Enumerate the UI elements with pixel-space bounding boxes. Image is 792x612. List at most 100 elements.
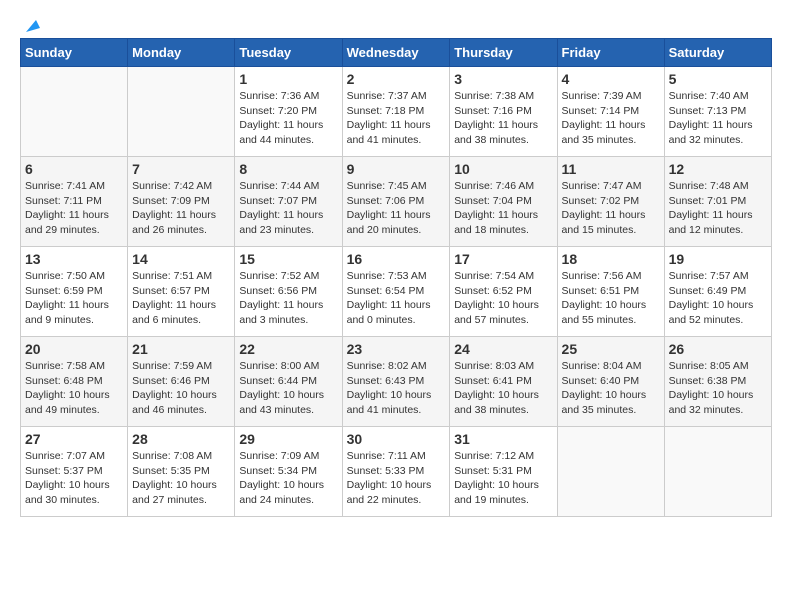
day-number: 21 xyxy=(132,341,230,357)
day-info: Sunrise: 8:00 AMSunset: 6:44 PMDaylight:… xyxy=(239,359,337,418)
day-info: Sunrise: 8:03 AMSunset: 6:41 PMDaylight:… xyxy=(454,359,552,418)
calendar-cell: 15 Sunrise: 7:52 AMSunset: 6:56 PMDaylig… xyxy=(235,247,342,337)
calendar-table: SundayMondayTuesdayWednesdayThursdayFrid… xyxy=(20,38,772,517)
calendar-week-5: 27 Sunrise: 7:07 AMSunset: 5:37 PMDaylig… xyxy=(21,427,772,517)
calendar-cell: 25 Sunrise: 8:04 AMSunset: 6:40 PMDaylig… xyxy=(557,337,664,427)
calendar-cell: 21 Sunrise: 7:59 AMSunset: 6:46 PMDaylig… xyxy=(128,337,235,427)
day-info: Sunrise: 7:44 AMSunset: 7:07 PMDaylight:… xyxy=(239,179,337,238)
day-number: 5 xyxy=(669,71,767,87)
day-number: 3 xyxy=(454,71,552,87)
weekday-header-saturday: Saturday xyxy=(664,39,771,67)
day-info: Sunrise: 7:36 AMSunset: 7:20 PMDaylight:… xyxy=(239,89,337,148)
day-info: Sunrise: 7:12 AMSunset: 5:31 PMDaylight:… xyxy=(454,449,552,508)
calendar-cell: 9 Sunrise: 7:45 AMSunset: 7:06 PMDayligh… xyxy=(342,157,450,247)
calendar-cell: 13 Sunrise: 7:50 AMSunset: 6:59 PMDaylig… xyxy=(21,247,128,337)
day-info: Sunrise: 7:07 AMSunset: 5:37 PMDaylight:… xyxy=(25,449,123,508)
day-info: Sunrise: 7:57 AMSunset: 6:49 PMDaylight:… xyxy=(669,269,767,328)
calendar-cell: 2 Sunrise: 7:37 AMSunset: 7:18 PMDayligh… xyxy=(342,67,450,157)
calendar-cell: 10 Sunrise: 7:46 AMSunset: 7:04 PMDaylig… xyxy=(450,157,557,247)
day-number: 17 xyxy=(454,251,552,267)
weekday-header-sunday: Sunday xyxy=(21,39,128,67)
calendar-cell: 29 Sunrise: 7:09 AMSunset: 5:34 PMDaylig… xyxy=(235,427,342,517)
day-info: Sunrise: 7:42 AMSunset: 7:09 PMDaylight:… xyxy=(132,179,230,238)
calendar-cell: 6 Sunrise: 7:41 AMSunset: 7:11 PMDayligh… xyxy=(21,157,128,247)
calendar-cell: 20 Sunrise: 7:58 AMSunset: 6:48 PMDaylig… xyxy=(21,337,128,427)
day-number: 2 xyxy=(347,71,446,87)
day-info: Sunrise: 7:41 AMSunset: 7:11 PMDaylight:… xyxy=(25,179,123,238)
calendar-cell: 11 Sunrise: 7:47 AMSunset: 7:02 PMDaylig… xyxy=(557,157,664,247)
day-number: 26 xyxy=(669,341,767,357)
calendar-cell: 5 Sunrise: 7:40 AMSunset: 7:13 PMDayligh… xyxy=(664,67,771,157)
weekday-header-tuesday: Tuesday xyxy=(235,39,342,67)
calendar-cell: 27 Sunrise: 7:07 AMSunset: 5:37 PMDaylig… xyxy=(21,427,128,517)
day-number: 15 xyxy=(239,251,337,267)
calendar-cell: 16 Sunrise: 7:53 AMSunset: 6:54 PMDaylig… xyxy=(342,247,450,337)
day-number: 12 xyxy=(669,161,767,177)
calendar-week-1: 1 Sunrise: 7:36 AMSunset: 7:20 PMDayligh… xyxy=(21,67,772,157)
calendar-cell: 18 Sunrise: 7:56 AMSunset: 6:51 PMDaylig… xyxy=(557,247,664,337)
day-info: Sunrise: 7:50 AMSunset: 6:59 PMDaylight:… xyxy=(25,269,123,328)
day-number: 20 xyxy=(25,341,123,357)
calendar-cell: 7 Sunrise: 7:42 AMSunset: 7:09 PMDayligh… xyxy=(128,157,235,247)
calendar-cell: 28 Sunrise: 7:08 AMSunset: 5:35 PMDaylig… xyxy=(128,427,235,517)
day-info: Sunrise: 7:39 AMSunset: 7:14 PMDaylight:… xyxy=(562,89,660,148)
calendar-cell xyxy=(128,67,235,157)
day-number: 14 xyxy=(132,251,230,267)
day-info: Sunrise: 7:37 AMSunset: 7:18 PMDaylight:… xyxy=(347,89,446,148)
day-info: Sunrise: 8:05 AMSunset: 6:38 PMDaylight:… xyxy=(669,359,767,418)
day-number: 8 xyxy=(239,161,337,177)
day-number: 6 xyxy=(25,161,123,177)
day-number: 1 xyxy=(239,71,337,87)
logo-arrow-icon xyxy=(22,16,40,34)
day-number: 7 xyxy=(132,161,230,177)
day-info: Sunrise: 7:08 AMSunset: 5:35 PMDaylight:… xyxy=(132,449,230,508)
day-info: Sunrise: 7:11 AMSunset: 5:33 PMDaylight:… xyxy=(347,449,446,508)
day-number: 22 xyxy=(239,341,337,357)
day-number: 18 xyxy=(562,251,660,267)
logo xyxy=(20,20,40,28)
calendar-cell: 14 Sunrise: 7:51 AMSunset: 6:57 PMDaylig… xyxy=(128,247,235,337)
calendar-cell: 8 Sunrise: 7:44 AMSunset: 7:07 PMDayligh… xyxy=(235,157,342,247)
day-info: Sunrise: 8:02 AMSunset: 6:43 PMDaylight:… xyxy=(347,359,446,418)
day-number: 16 xyxy=(347,251,446,267)
day-info: Sunrise: 7:46 AMSunset: 7:04 PMDaylight:… xyxy=(454,179,552,238)
calendar-cell xyxy=(557,427,664,517)
calendar-cell: 22 Sunrise: 8:00 AMSunset: 6:44 PMDaylig… xyxy=(235,337,342,427)
day-number: 10 xyxy=(454,161,552,177)
day-number: 25 xyxy=(562,341,660,357)
day-number: 9 xyxy=(347,161,446,177)
calendar-cell: 23 Sunrise: 8:02 AMSunset: 6:43 PMDaylig… xyxy=(342,337,450,427)
day-info: Sunrise: 7:58 AMSunset: 6:48 PMDaylight:… xyxy=(25,359,123,418)
calendar-week-4: 20 Sunrise: 7:58 AMSunset: 6:48 PMDaylig… xyxy=(21,337,772,427)
day-info: Sunrise: 7:56 AMSunset: 6:51 PMDaylight:… xyxy=(562,269,660,328)
day-info: Sunrise: 7:59 AMSunset: 6:46 PMDaylight:… xyxy=(132,359,230,418)
calendar-cell: 1 Sunrise: 7:36 AMSunset: 7:20 PMDayligh… xyxy=(235,67,342,157)
day-info: Sunrise: 7:54 AMSunset: 6:52 PMDaylight:… xyxy=(454,269,552,328)
day-number: 28 xyxy=(132,431,230,447)
calendar-cell: 17 Sunrise: 7:54 AMSunset: 6:52 PMDaylig… xyxy=(450,247,557,337)
weekday-header-monday: Monday xyxy=(128,39,235,67)
day-number: 4 xyxy=(562,71,660,87)
day-info: Sunrise: 7:47 AMSunset: 7:02 PMDaylight:… xyxy=(562,179,660,238)
calendar-cell: 4 Sunrise: 7:39 AMSunset: 7:14 PMDayligh… xyxy=(557,67,664,157)
day-info: Sunrise: 8:04 AMSunset: 6:40 PMDaylight:… xyxy=(562,359,660,418)
day-info: Sunrise: 7:48 AMSunset: 7:01 PMDaylight:… xyxy=(669,179,767,238)
calendar-cell xyxy=(664,427,771,517)
day-number: 13 xyxy=(25,251,123,267)
day-number: 31 xyxy=(454,431,552,447)
calendar-cell: 26 Sunrise: 8:05 AMSunset: 6:38 PMDaylig… xyxy=(664,337,771,427)
day-number: 19 xyxy=(669,251,767,267)
day-info: Sunrise: 7:51 AMSunset: 6:57 PMDaylight:… xyxy=(132,269,230,328)
day-number: 30 xyxy=(347,431,446,447)
weekday-header-thursday: Thursday xyxy=(450,39,557,67)
page-header xyxy=(20,20,772,28)
day-info: Sunrise: 7:09 AMSunset: 5:34 PMDaylight:… xyxy=(239,449,337,508)
calendar-cell: 3 Sunrise: 7:38 AMSunset: 7:16 PMDayligh… xyxy=(450,67,557,157)
calendar-week-3: 13 Sunrise: 7:50 AMSunset: 6:59 PMDaylig… xyxy=(21,247,772,337)
day-info: Sunrise: 7:52 AMSunset: 6:56 PMDaylight:… xyxy=(239,269,337,328)
day-info: Sunrise: 7:53 AMSunset: 6:54 PMDaylight:… xyxy=(347,269,446,328)
calendar-cell xyxy=(21,67,128,157)
day-number: 23 xyxy=(347,341,446,357)
weekday-header-wednesday: Wednesday xyxy=(342,39,450,67)
calendar-cell: 31 Sunrise: 7:12 AMSunset: 5:31 PMDaylig… xyxy=(450,427,557,517)
